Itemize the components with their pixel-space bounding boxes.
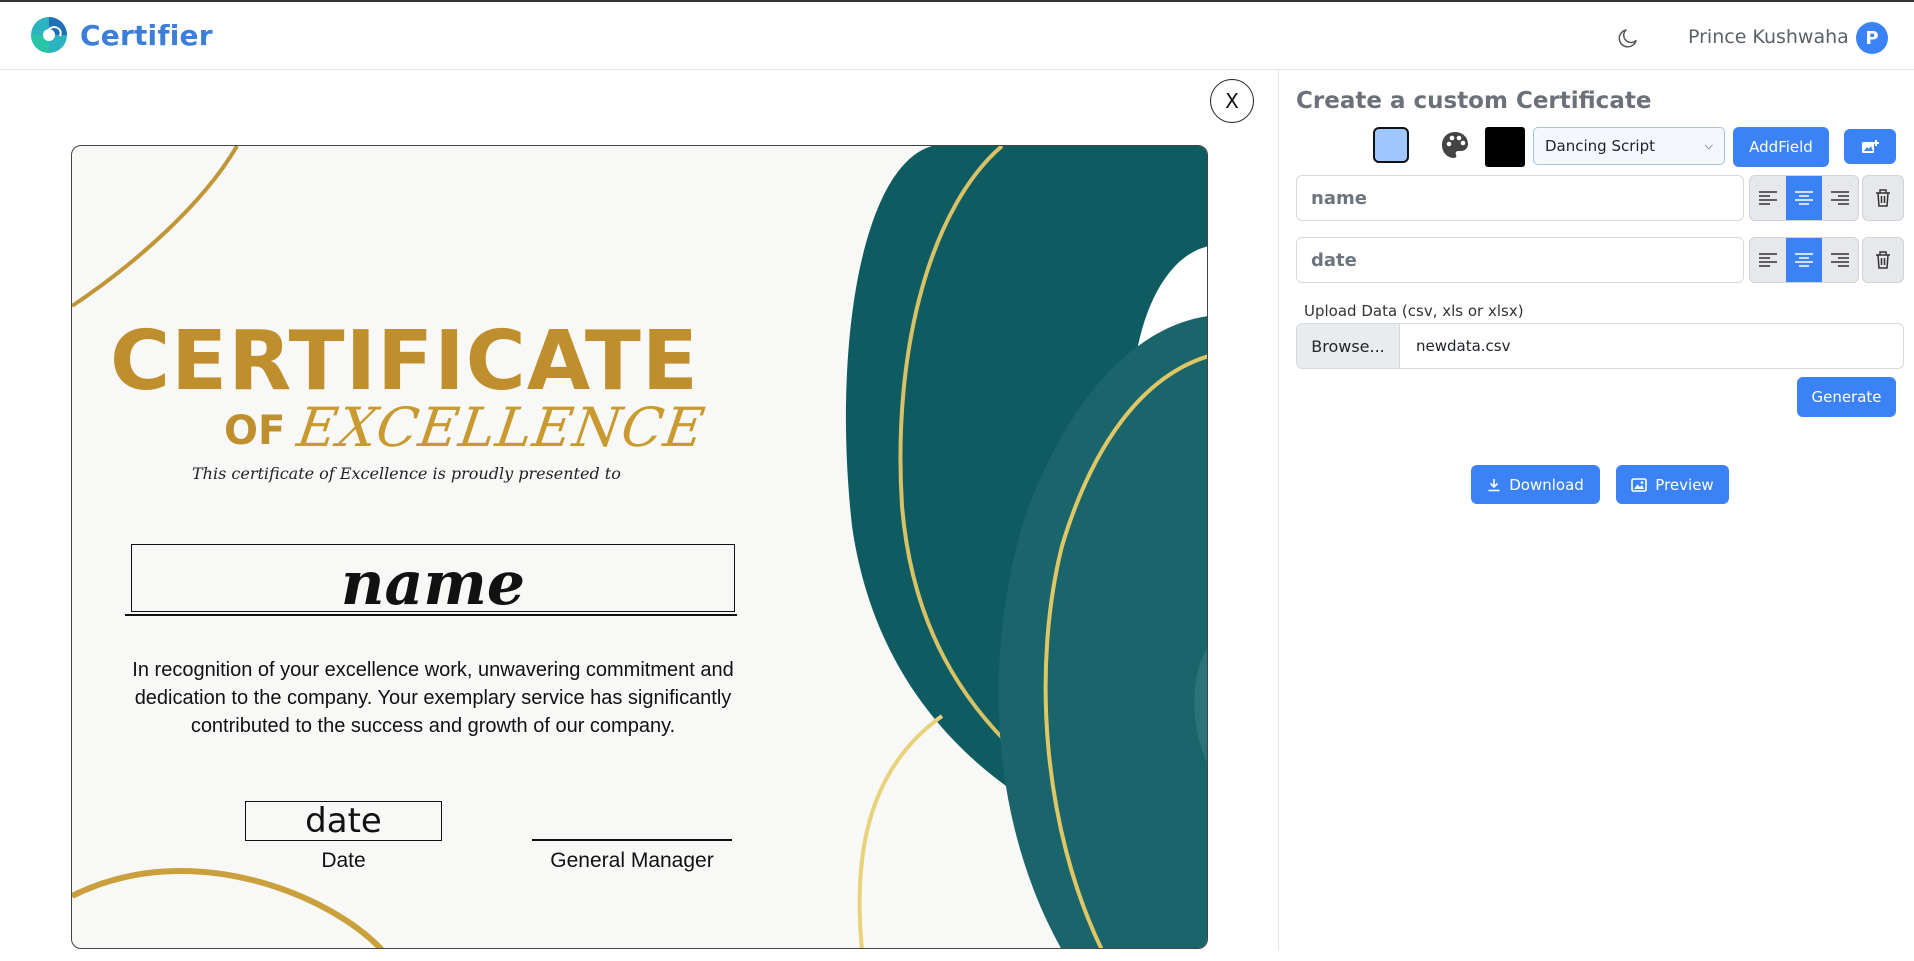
trash-icon (1876, 189, 1890, 207)
user-name[interactable]: Prince Kushwaha (1688, 26, 1849, 48)
download-button[interactable]: Download (1471, 465, 1600, 504)
generate-button[interactable]: Generate (1797, 377, 1896, 417)
add-image-button[interactable] (1844, 129, 1896, 164)
align-right-icon (1831, 253, 1849, 267)
trash-icon (1876, 251, 1890, 269)
download-label: Download (1509, 475, 1584, 494)
name-field-input[interactable]: name (1296, 175, 1744, 221)
delete-name-field-button[interactable] (1862, 175, 1904, 221)
align-right-button[interactable] (1822, 176, 1858, 220)
signature-label: General Manager (550, 849, 714, 872)
palette-icon[interactable] (1440, 130, 1470, 160)
font-select-value: Dancing Script (1545, 137, 1655, 155)
app-title: Certifier (80, 18, 213, 52)
avatar[interactable]: P (1856, 22, 1888, 54)
upload-label: Upload Data (csv, xls or xlsx) (1304, 302, 1524, 320)
certificate-title: CERTIFICATE (110, 314, 699, 409)
align-left-button[interactable] (1750, 238, 1786, 282)
add-field-button[interactable]: AddField (1733, 127, 1829, 167)
certificate-presented-text: This certificate of Excellence is proudl… (192, 464, 621, 483)
close-editor-button[interactable]: X (1210, 79, 1254, 123)
name-field-placeholder: name (1311, 187, 1367, 209)
certificate-of: OF (224, 408, 286, 454)
font-family-select[interactable]: Dancing Script ⌵ (1533, 127, 1725, 165)
preview-label: Preview (1655, 475, 1714, 494)
align-left-icon (1759, 191, 1777, 205)
dark-mode-moon-icon[interactable] (1616, 26, 1640, 50)
generate-label: Generate (1811, 388, 1882, 406)
align-left-button[interactable] (1750, 176, 1786, 220)
panel-title: Create a custom Certificate (1296, 88, 1652, 114)
date-field-text: date (305, 801, 382, 841)
certificate-excellence: EXCELLENCE (293, 396, 710, 459)
name-alignment-group (1749, 175, 1859, 221)
selected-file-name: newdata.csv (1416, 337, 1511, 355)
align-center-button[interactable] (1786, 238, 1822, 282)
date-field-box[interactable]: date (245, 801, 442, 841)
certifier-logo-icon (31, 17, 67, 53)
preview-button[interactable]: Preview (1616, 465, 1729, 504)
download-icon (1488, 478, 1500, 491)
navbar: Certifier Prince Kushwaha P (0, 2, 1914, 70)
recognition-text: In recognition of your excellence work, … (132, 659, 734, 737)
name-field-text: name (340, 549, 526, 619)
add-field-label: AddField (1749, 138, 1813, 156)
date-label: Date (321, 849, 366, 872)
align-center-button[interactable] (1786, 176, 1822, 220)
align-right-icon (1831, 191, 1849, 205)
background-color-swatch[interactable] (1373, 127, 1409, 163)
panel-divider (1278, 70, 1279, 950)
date-alignment-group (1749, 237, 1859, 283)
file-upload-input[interactable]: Browse... newdata.csv (1296, 323, 1904, 369)
browse-button[interactable]: Browse... (1297, 324, 1400, 368)
name-underline (125, 614, 737, 616)
align-center-icon (1795, 191, 1813, 205)
chevron-down-icon: ⌵ (1704, 139, 1713, 152)
brand[interactable]: Certifier (30, 16, 213, 54)
name-field-box[interactable]: name (131, 544, 735, 619)
align-right-button[interactable] (1822, 238, 1858, 282)
align-center-icon (1795, 253, 1813, 267)
signature-line (532, 839, 732, 841)
align-left-icon (1759, 253, 1777, 267)
date-field-placeholder: date (1311, 249, 1357, 271)
date-field-input[interactable]: date (1296, 237, 1744, 283)
image-icon (1631, 477, 1648, 492)
certificate-canvas: CERTIFICATE OF EXCELLENCE This certifica… (71, 145, 1208, 949)
delete-date-field-button[interactable] (1862, 237, 1904, 283)
text-color-swatch[interactable] (1485, 127, 1525, 167)
add-image-icon (1862, 139, 1879, 153)
